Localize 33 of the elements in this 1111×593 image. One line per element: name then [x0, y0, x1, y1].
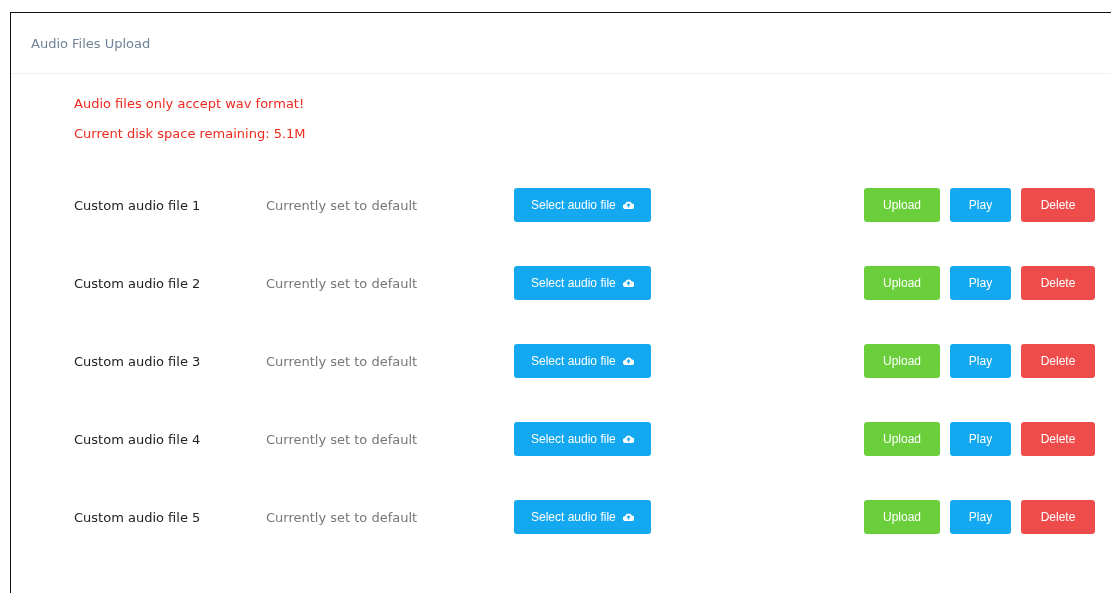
- select-file-button[interactable]: Select audio file: [514, 188, 651, 222]
- play-button[interactable]: Play: [950, 422, 1011, 456]
- cloud-upload-icon: [622, 201, 634, 209]
- delete-button[interactable]: Delete: [1021, 344, 1095, 378]
- delete-button[interactable]: Delete: [1021, 500, 1095, 534]
- upload-button[interactable]: Upload: [864, 422, 940, 456]
- select-file-button[interactable]: Select audio file: [514, 500, 651, 534]
- file-status: Currently set to default: [266, 353, 419, 369]
- select-file-button[interactable]: Select audio file: [514, 344, 651, 378]
- select-file-button[interactable]: Select audio file: [514, 266, 651, 300]
- warning-text: Current disk space remaining: 5.1M: [74, 126, 307, 141]
- play-button[interactable]: Play: [950, 266, 1011, 300]
- delete-button[interactable]: Delete: [1021, 266, 1095, 300]
- upload-button[interactable]: Upload: [864, 266, 940, 300]
- cloud-upload-icon: [622, 513, 634, 521]
- panel-title: Audio Files Upload: [31, 35, 151, 51]
- delete-button[interactable]: Delete: [1021, 422, 1095, 456]
- play-button[interactable]: Play: [950, 500, 1011, 534]
- file-status: Currently set to default: [266, 509, 419, 525]
- cloud-upload-icon: [622, 279, 634, 287]
- upload-button[interactable]: Upload: [864, 344, 940, 378]
- warning-text: Audio files only accept wav format!: [74, 96, 306, 111]
- select-file-button[interactable]: Select audio file: [514, 422, 651, 456]
- play-button[interactable]: Play: [950, 344, 1011, 378]
- play-button[interactable]: Play: [950, 188, 1011, 222]
- delete-button[interactable]: Delete: [1021, 188, 1095, 222]
- cloud-upload-icon: [622, 435, 634, 443]
- cloud-upload-icon: [622, 357, 634, 365]
- file-status: Currently set to default: [266, 197, 419, 213]
- file-status: Currently set to default: [266, 431, 419, 447]
- upload-button[interactable]: Upload: [864, 500, 940, 534]
- file-status: Currently set to default: [266, 275, 419, 291]
- upload-button[interactable]: Upload: [864, 188, 940, 222]
